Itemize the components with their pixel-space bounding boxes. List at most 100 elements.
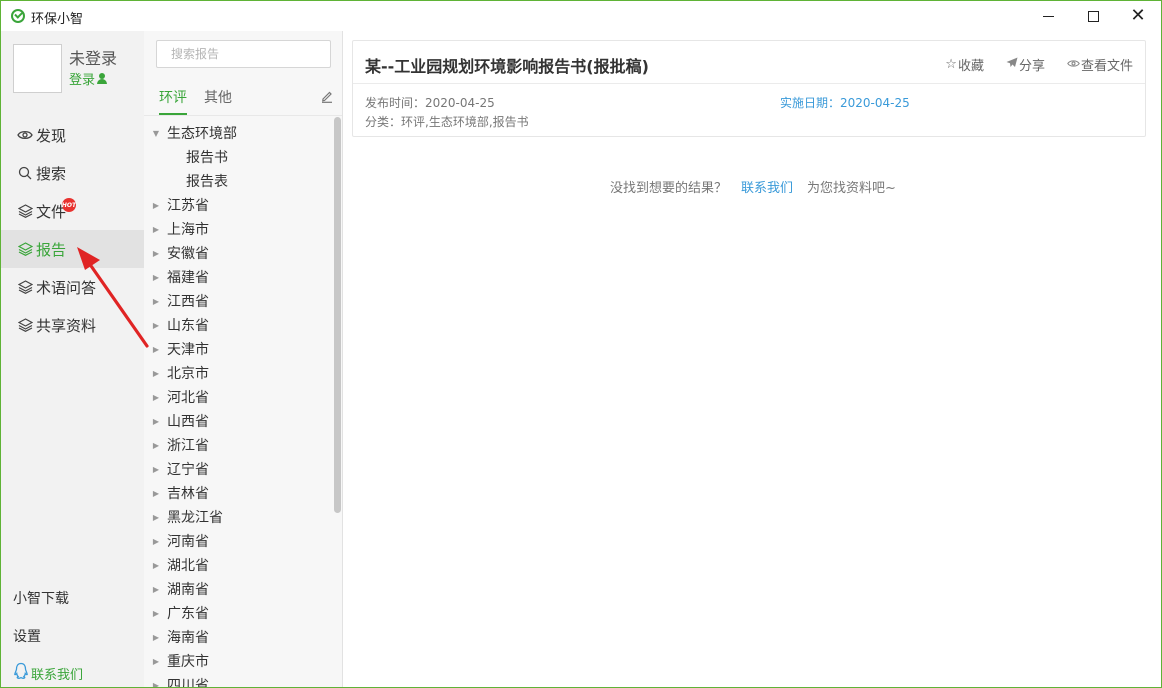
tree-node-province[interactable]: ▶ 江西省 <box>144 289 334 313</box>
favorite-button[interactable]: ☆ 收藏 <box>945 55 984 74</box>
collapsed-arrow-icon[interactable]: ▶ <box>152 273 160 282</box>
nav-label: 共享资料 <box>36 316 97 335</box>
tree-node-label: 广东省 <box>167 606 209 622</box>
edit-icon[interactable] <box>321 89 333 103</box>
collapsed-arrow-icon[interactable]: ▶ <box>152 249 160 258</box>
tree-node-label: 吉林省 <box>167 486 209 502</box>
collapsed-arrow-icon[interactable]: ▶ <box>152 345 160 354</box>
view-file-label: 查看文件 <box>1080 59 1133 74</box>
tree-node-province[interactable]: ▶ 湖北省 <box>144 553 334 577</box>
avatar[interactable] <box>13 44 62 93</box>
tree-node-province[interactable]: ▶ 广东省 <box>144 601 334 625</box>
tab-eia[interactable]: 环评 <box>159 87 187 115</box>
qq-icon <box>13 662 29 684</box>
empty-state: 没找到想要的结果？ 联系我们 为您找资料吧~ <box>610 177 896 196</box>
view-file-button[interactable]: 查看文件 <box>1067 55 1133 74</box>
tab-other[interactable]: 其他 <box>204 87 232 115</box>
nav-item-shared[interactable]: 共享资料 <box>1 306 144 344</box>
tree-node-label: 辽宁省 <box>167 462 209 478</box>
settings-link[interactable]: 设置 <box>13 626 41 646</box>
left-nav: 未登录 登录 发现 搜索 文件 HOT 报告 术语问答 共享资料 小智下载 设置… <box>1 31 144 687</box>
tree-node-province[interactable]: ▶ 安徽省 <box>144 241 334 265</box>
tree-node-label: 河北省 <box>167 390 209 406</box>
nav-item-search[interactable]: 搜索 <box>1 154 144 192</box>
tree-node-province[interactable]: ▶ 吉林省 <box>144 481 334 505</box>
collapsed-arrow-icon[interactable]: ▶ <box>152 465 160 474</box>
tree-node-label: 浙江省 <box>167 438 209 454</box>
report-search-input[interactable] <box>156 40 331 68</box>
login-link[interactable]: 登录 <box>69 69 108 88</box>
contact-link[interactable]: 联系我们 <box>13 662 83 684</box>
collapsed-arrow-icon[interactable]: ▶ <box>152 585 160 594</box>
tree-node-label: 四川省 <box>167 678 209 688</box>
tree-node-province[interactable]: ▶ 湖南省 <box>144 577 334 601</box>
collapsed-arrow-icon[interactable]: ▶ <box>152 297 160 306</box>
collapsed-arrow-icon[interactable]: ▶ <box>152 609 160 618</box>
collapsed-arrow-icon[interactable]: ▶ <box>152 441 160 450</box>
tree-node-province[interactable]: ▶ 黑龙江省 <box>144 505 334 529</box>
tree-scrollbar[interactable] <box>334 117 341 513</box>
collapsed-arrow-icon[interactable]: ▶ <box>152 657 160 666</box>
region-tree: ▼ 生态环境部 报告书 报告表 ▶ 江苏省 ▶ 上海市 ▶ 安徽省 ▶ 福建省 ▶ 江西省 ▶ 山东省… <box>144 121 334 688</box>
tree-node-province[interactable]: ▶ 福建省 <box>144 265 334 289</box>
eye-icon <box>1067 57 1080 72</box>
tree-node-province[interactable]: ▶ 河北省 <box>144 385 334 409</box>
share-label: 分享 <box>1018 59 1045 74</box>
send-icon <box>1006 57 1018 72</box>
collapsed-arrow-icon[interactable]: ▶ <box>152 513 160 522</box>
tree-node-province[interactable]: ▶ 山西省 <box>144 409 334 433</box>
close-button[interactable]: ✕ <box>1115 1 1161 31</box>
tree-node-root[interactable]: ▼ 生态环境部 <box>144 121 334 145</box>
nav-item-files[interactable]: 文件 HOT <box>1 192 144 230</box>
nav-label: 搜索 <box>36 164 67 183</box>
maximize-button[interactable] <box>1070 1 1116 31</box>
nav-label: 报告 <box>36 240 67 259</box>
tree-node-province[interactable]: ▶ 山东省 <box>144 313 334 337</box>
tree-node-province[interactable]: ▶ 重庆市 <box>144 649 334 673</box>
tree-node-label: 山西省 <box>167 414 209 430</box>
tree-node-province[interactable]: ▶ 海南省 <box>144 625 334 649</box>
tree-node-province[interactable]: ▶ 浙江省 <box>144 433 334 457</box>
download-link[interactable]: 小智下载 <box>13 588 69 608</box>
nav-item-glossary[interactable]: 术语问答 <box>1 268 144 306</box>
collapsed-arrow-icon[interactable]: ▶ <box>152 393 160 402</box>
document-title[interactable]: 某--工业园规划环境影响报告书(报批稿) <box>365 53 649 77</box>
collapsed-arrow-icon[interactable]: ▶ <box>152 489 160 498</box>
collapsed-arrow-icon[interactable]: ▶ <box>152 633 160 642</box>
star-icon: ☆ <box>945 57 957 72</box>
tree-node-province[interactable]: ▶ 上海市 <box>144 217 334 241</box>
tree-node-province[interactable]: ▶ 辽宁省 <box>144 457 334 481</box>
expanded-arrow-icon[interactable]: ▼ <box>152 129 160 138</box>
nav-item-discover[interactable]: 发现 <box>1 116 144 154</box>
contact-us-link[interactable]: 联系我们 <box>741 177 793 196</box>
tree-node-province[interactable]: ▶ 江苏省 <box>144 193 334 217</box>
app-logo-icon <box>11 9 25 23</box>
collapsed-arrow-icon[interactable]: ▶ <box>152 561 160 570</box>
card-actions: ☆ 收藏 分享 查看文件 <box>945 55 1133 74</box>
tree-node-child[interactable]: 报告表 <box>144 169 334 193</box>
collapsed-arrow-icon[interactable]: ▶ <box>152 369 160 378</box>
login-label: 登录 <box>69 73 96 88</box>
minimize-icon <box>1042 15 1054 17</box>
tree-node-province[interactable]: ▶ 北京市 <box>144 361 334 385</box>
collapsed-arrow-icon[interactable]: ▶ <box>152 201 160 210</box>
tree-node-label: 湖北省 <box>167 558 209 574</box>
tree-node-label: 福建省 <box>167 270 209 286</box>
tree-node-child[interactable]: 报告书 <box>144 145 334 169</box>
nav-item-reports[interactable]: 报告 <box>1 230 144 268</box>
share-button[interactable]: 分享 <box>1006 55 1045 74</box>
title-bar: 环保小智 ✕ <box>1 1 1161 31</box>
tree-node-label: 重庆市 <box>167 654 209 670</box>
tree-node-label: 安徽省 <box>167 246 209 262</box>
minimize-button[interactable] <box>1025 1 1071 31</box>
collapsed-arrow-icon[interactable]: ▶ <box>152 537 160 546</box>
tree-node-province[interactable]: ▶ 四川省 <box>144 673 334 688</box>
layers-icon <box>17 279 33 295</box>
collapsed-arrow-icon[interactable]: ▶ <box>152 321 160 330</box>
collapsed-arrow-icon[interactable]: ▶ <box>152 417 160 426</box>
collapsed-arrow-icon[interactable]: ▶ <box>152 681 160 688</box>
eye-icon <box>17 127 33 143</box>
tree-node-province[interactable]: ▶ 天津市 <box>144 337 334 361</box>
tree-node-province[interactable]: ▶ 河南省 <box>144 529 334 553</box>
collapsed-arrow-icon[interactable]: ▶ <box>152 225 160 234</box>
